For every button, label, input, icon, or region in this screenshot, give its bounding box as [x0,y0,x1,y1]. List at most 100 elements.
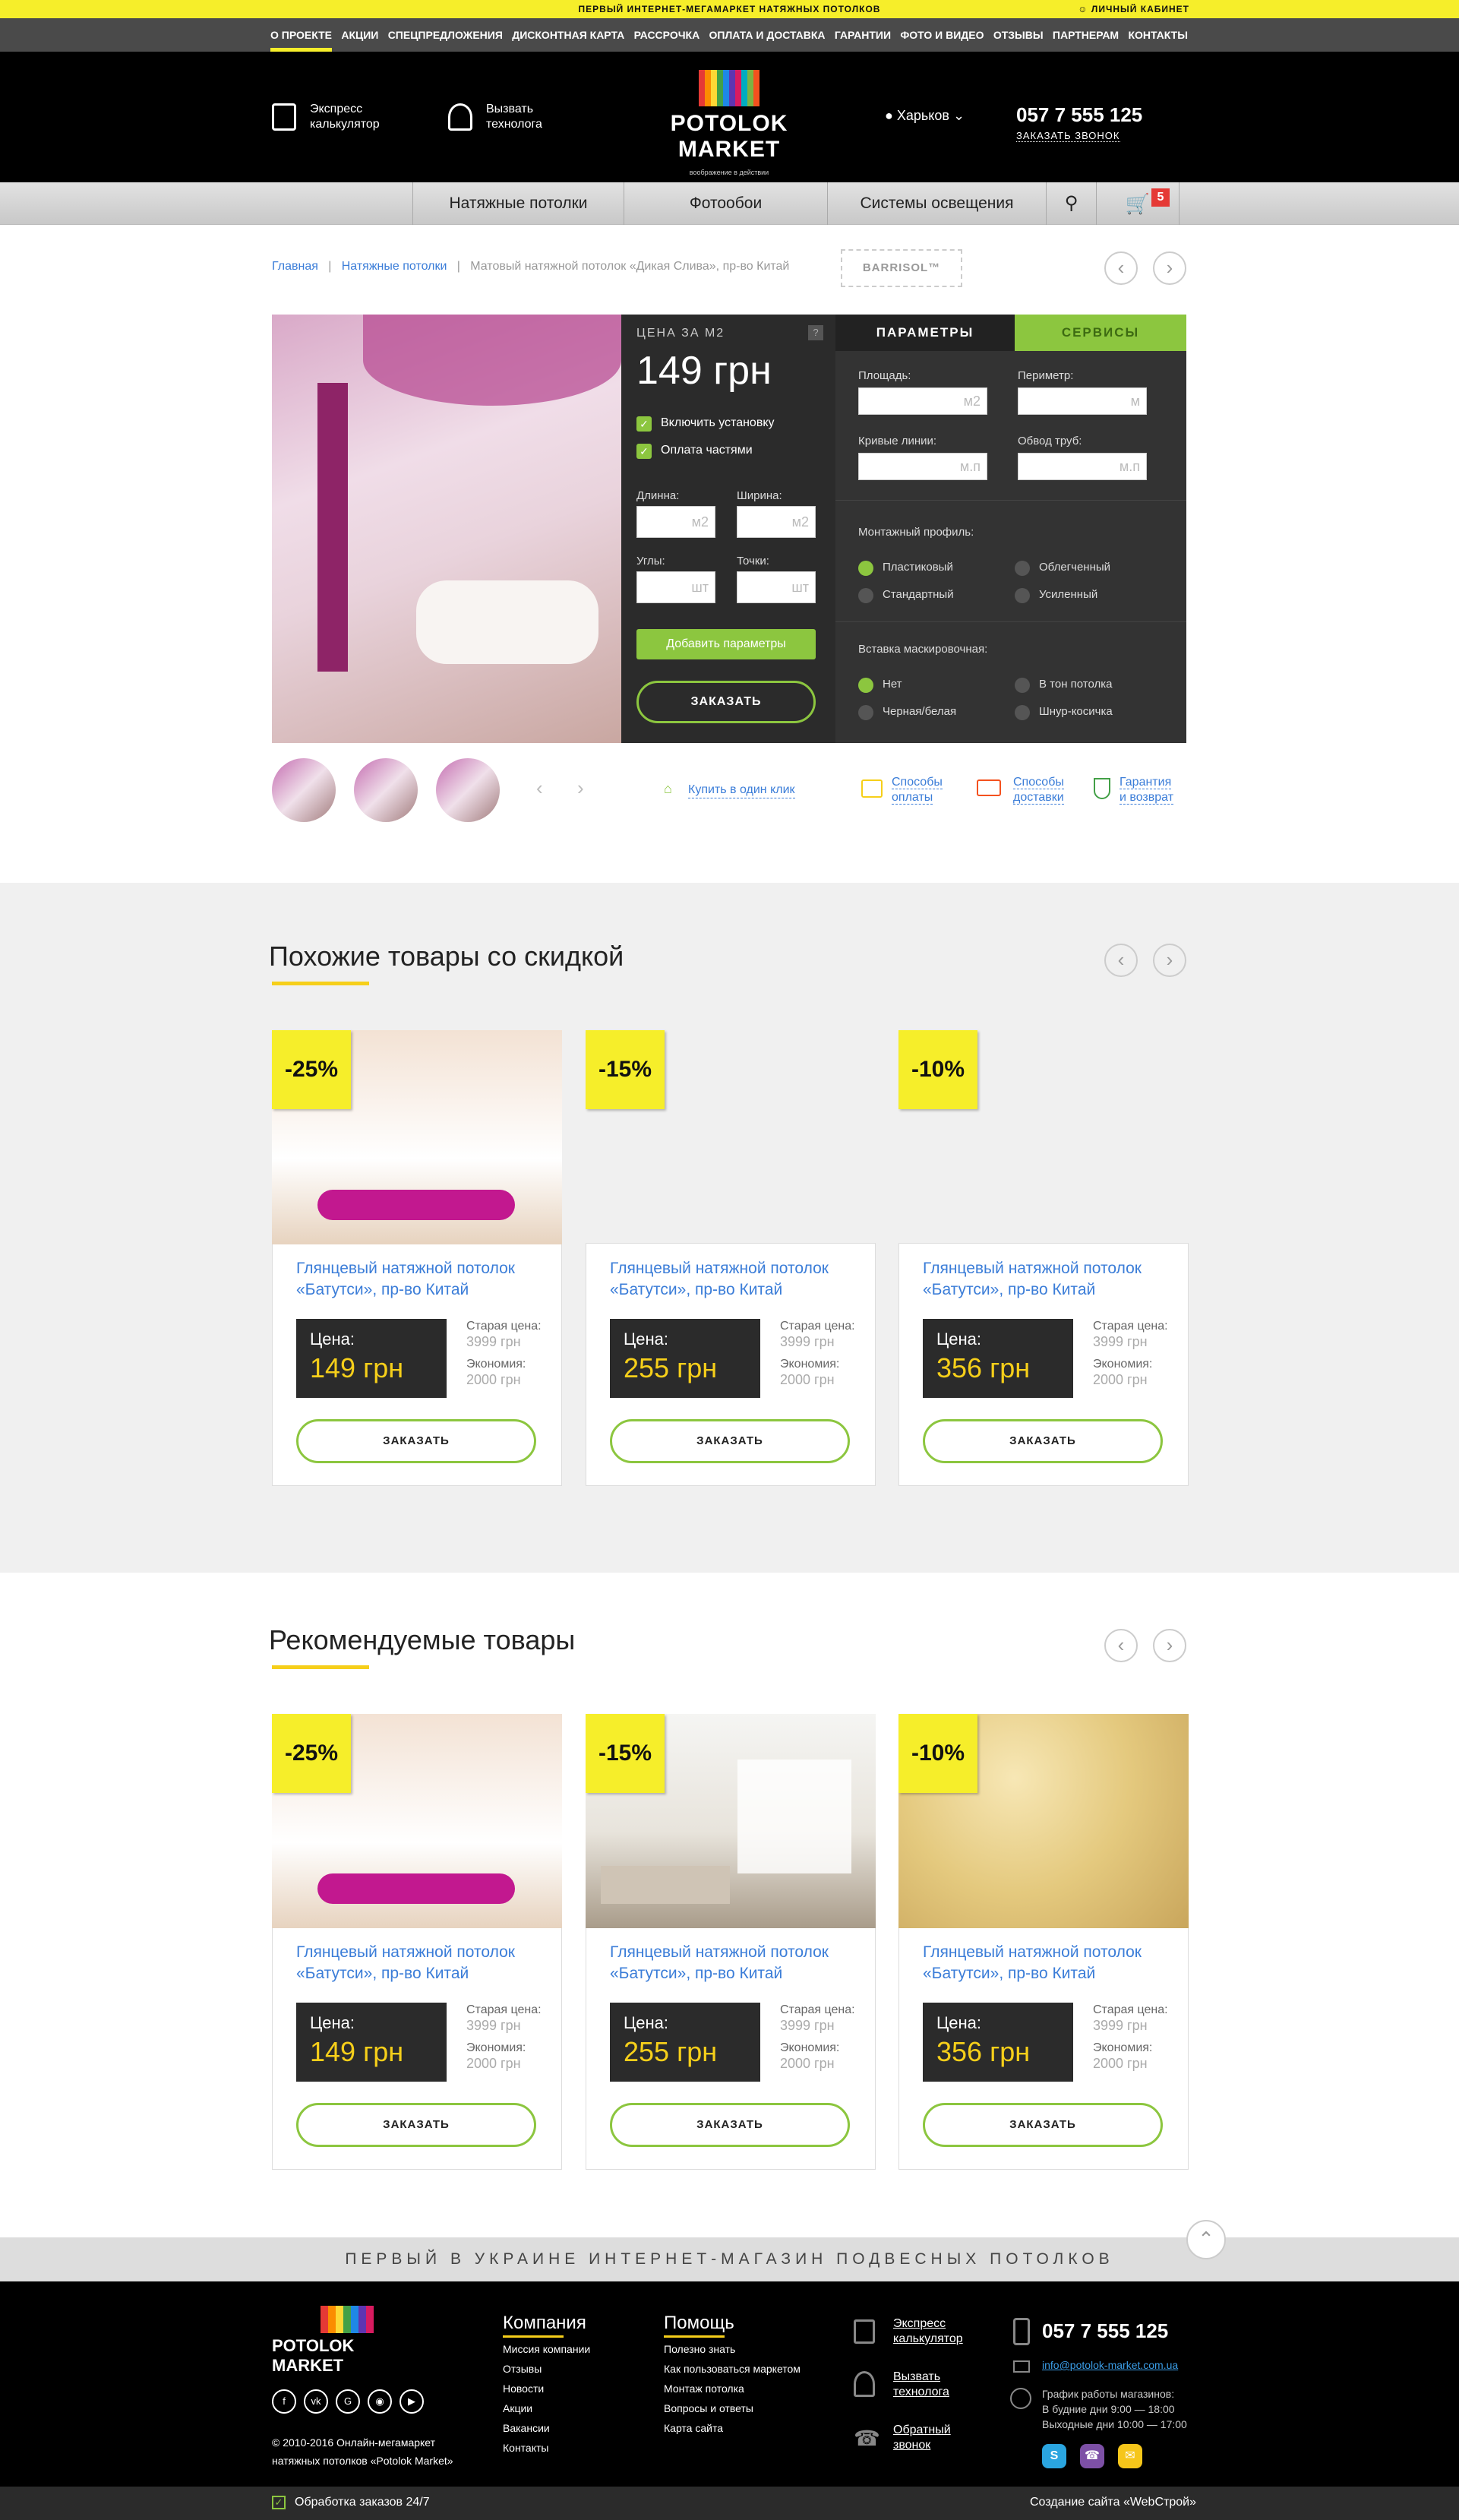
card-title[interactable]: Глянцевый натяжной потолок «Батутси», пр… [923,1258,1173,1301]
similar-next-icon[interactable]: › [1153,944,1186,977]
callback-link[interactable]: ЗАКАЗАТЬ ЗВОНОК [1016,130,1120,142]
similar-prev-icon[interactable]: ‹ [1104,944,1138,977]
card-order-button[interactable]: ЗАКАЗАТЬ [923,1419,1163,1463]
call-technician-button[interactable]: Вызвать технолога [448,102,562,132]
card-title[interactable]: Глянцевый натяжной потолок «Батутси», пр… [296,1258,547,1301]
crumb-category[interactable]: Натяжные потолки [342,260,447,273]
developer-credit[interactable]: Создание сайта «WebСтрой» [1030,2496,1196,2509]
email-app-icon[interactable]: ✉ [1118,2444,1142,2468]
footer-link[interactable]: Миссия компании [503,2339,590,2359]
insert-tone-radio[interactable] [1015,678,1030,693]
guarantee-link[interactable]: Гарантия и возврат [1120,775,1174,805]
scroll-top-icon[interactable]: ⌃ [1186,2220,1226,2259]
footer-link[interactable]: Полезно знать [664,2339,801,2359]
prev-arrow-icon[interactable]: ‹ [1104,251,1138,285]
vk-icon[interactable]: vk [304,2389,328,2414]
viber-icon[interactable]: ☎ [1080,2444,1104,2468]
nav-discount-card[interactable]: ДИСКОНТНАЯ КАРТА [512,18,624,52]
help-icon[interactable]: ? [808,325,823,340]
footer-link[interactable]: Вакансии [503,2418,590,2438]
corners-input[interactable]: шт [636,571,715,603]
card-order-button[interactable]: ЗАКАЗАТЬ [296,2103,536,2147]
google-plus-icon[interactable]: G [336,2389,360,2414]
footer-link[interactable]: Как пользоваться маркетом [664,2359,801,2379]
footer-link[interactable]: Вопросы и ответы [664,2398,801,2418]
footer-phone[interactable]: 057 7 555 125 [1042,2319,1168,2343]
parts-checkbox[interactable]: ✓ [636,444,652,459]
profile-light-radio[interactable] [1015,561,1030,576]
nav-photo-video[interactable]: ФОТО И ВИДЕО [900,18,984,52]
nav-reviews[interactable]: ОТЗЫВЫ [993,18,1044,52]
nav-payment-delivery[interactable]: ОПЛАТА И ДОСТАВКА [709,18,826,52]
thumbnail-3[interactable] [436,758,500,822]
express-calc-button[interactable]: Экспресс калькулятор [272,102,401,132]
profile-strong-radio[interactable] [1015,588,1030,603]
footer-logo[interactable]: POTOLOK MARKET [272,2306,424,2376]
footer-tech-link[interactable]: Вызвать технолога [893,2370,977,2400]
install-checkbox[interactable]: ✓ [636,416,652,432]
profile-standard-radio[interactable] [858,588,873,603]
tab-params[interactable]: ПАРАМЕТРЫ [835,315,1015,351]
nav-about[interactable]: О ПРОЕКТЕ [270,18,333,52]
card-order-button[interactable]: ЗАКАЗАТЬ [923,2103,1163,2147]
thumb-prev-icon[interactable]: ‹ [536,776,543,800]
footer-calc-link[interactable]: Экспресс калькулятор [893,2316,977,2347]
card-title[interactable]: Глянцевый натяжной потолок «Батутси», пр… [296,1942,547,1984]
cat-stretch-ceilings[interactable]: Натяжные потолки [412,182,624,225]
youtube-icon[interactable]: ▶ [399,2389,424,2414]
footer-link[interactable]: Карта сайта [664,2418,801,2438]
thumb-next-icon[interactable]: › [577,776,584,800]
tab-services[interactable]: СЕРВИСЫ [1015,315,1186,351]
account-link[interactable]: ☺ ЛИЧНЫЙ КАБИНЕТ [1078,4,1189,14]
search-icon[interactable]: ⚲ [1046,182,1096,225]
nav-special[interactable]: СПЕЦПРЕДЛОЖЕНИЯ [388,18,503,52]
area-input[interactable]: м2 [858,387,987,415]
instagram-icon[interactable]: ◉ [368,2389,392,2414]
length-input[interactable]: м2 [636,506,715,538]
payment-link[interactable]: Способы оплаты [892,775,943,805]
nav-installments[interactable]: РАССРОЧКА [634,18,700,52]
phone-number[interactable]: 057 7 555 125 [1016,103,1142,127]
next-arrow-icon[interactable]: › [1153,251,1186,285]
one-click-link[interactable]: Купить в один клик [688,783,795,798]
footer-email[interactable]: info@potolok-market.com.ua [1042,2359,1178,2371]
insert-none-radio[interactable] [858,678,873,693]
profile-plastic-radio[interactable] [858,561,873,576]
add-params-button[interactable]: Добавить параметры [636,629,816,659]
card-order-button[interactable]: ЗАКАЗАТЬ [610,1419,850,1463]
card-title[interactable]: Глянцевый натяжной потолок «Батутси», пр… [610,1258,861,1301]
footer-link[interactable]: Акции [503,2398,590,2418]
nav-guarantee[interactable]: ГАРАНТИИ [835,18,891,52]
curves-input[interactable]: м.п [858,453,987,480]
site-logo[interactable]: POTOLOK MARKET воображение в действии [624,70,834,176]
card-order-button[interactable]: ЗАКАЗАТЬ [610,2103,850,2147]
thumbnail-2[interactable] [354,758,418,822]
footer-link[interactable]: Контакты [503,2438,590,2458]
nav-partners[interactable]: ПАРТНЕРАМ [1053,18,1119,52]
card-title[interactable]: Глянцевый натяжной потолок «Батутси», пр… [923,1942,1173,1984]
perimeter-input[interactable]: м [1018,387,1147,415]
pipes-input[interactable]: м.п [1018,453,1147,480]
insert-bw-radio[interactable] [858,705,873,720]
width-input[interactable]: м2 [737,506,816,538]
skype-icon[interactable]: S [1042,2444,1066,2468]
facebook-icon[interactable]: f [272,2389,296,2414]
thumbnail-1[interactable] [272,758,336,822]
footer-link[interactable]: Отзывы [503,2359,590,2379]
card-title[interactable]: Глянцевый натяжной потолок «Батутси», пр… [610,1942,861,1984]
footer-link[interactable]: Новости [503,2379,590,2398]
delivery-link[interactable]: Способы доставки [1013,775,1064,805]
cat-lighting[interactable]: Системы освещения [827,182,1046,225]
city-select[interactable]: ● Харьков ⌄ [885,108,965,124]
footer-callback-link[interactable]: Обратный звонок [893,2423,977,2453]
card-order-button[interactable]: ЗАКАЗАТЬ [296,1419,536,1463]
recommended-next-icon[interactable]: › [1153,1629,1186,1662]
insert-cord-radio[interactable] [1015,705,1030,720]
crumb-home[interactable]: Главная [272,260,318,273]
footer-link[interactable]: Монтаж потолка [664,2379,801,2398]
points-input[interactable]: шт [737,571,816,603]
cat-wallpapers[interactable]: Фотообои [624,182,827,225]
order-button[interactable]: ЗАКАЗАТЬ [636,681,816,723]
recommended-prev-icon[interactable]: ‹ [1104,1629,1138,1662]
nav-promos[interactable]: АКЦИИ [341,18,378,52]
